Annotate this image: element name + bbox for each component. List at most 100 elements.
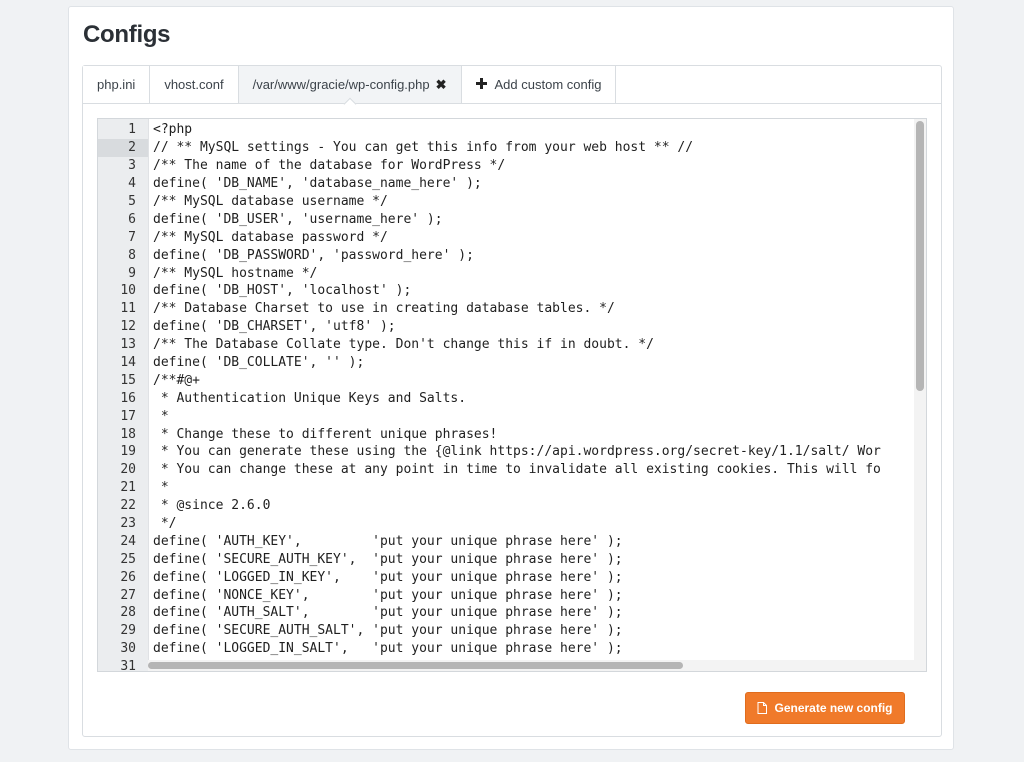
code-line[interactable]: 27 define( 'NONCE_KEY', 'put your unique … [98,586,916,604]
line-number: 21 [120,480,136,496]
code-line[interactable]: 26 define( 'LOGGED_IN_KEY', 'put your uni… [98,568,916,586]
line-number: 26 [120,569,136,585]
close-icon[interactable]: ✖ [436,77,447,93]
line-number: 15 [120,372,136,388]
line-number: 22 [120,498,136,514]
code-text: /** Database Charset to use in creating … [153,301,615,317]
code-text: /**#@+ [153,372,200,388]
horizontal-scroll-thumb[interactable] [148,662,683,669]
code-line[interactable]: 17 * [98,407,916,425]
code-text: define( 'LOGGED_IN_KEY', 'put your uniqu… [153,569,623,585]
code-line[interactable]: 1 <?php [98,121,916,139]
generate-config-button[interactable]: Generate new config [745,692,905,724]
code-line[interactable]: 5 /** MySQL database username */ [98,193,916,211]
code-text: * You can generate these using the {@lin… [153,444,881,460]
code-text: define( 'DB_NAME', 'database_name_here' … [153,176,482,192]
code-text: * [153,480,169,496]
generate-config-label: Generate new config [774,701,893,715]
code-text: * Change these to different unique phras… [153,426,498,442]
code-line[interactable]: 12 define( 'DB_CHARSET', 'utf8' ); [98,318,916,336]
code-line[interactable]: 18 * Change these to different unique ph… [98,425,916,443]
code-text: // ** MySQL settings - You can get this … [153,140,694,156]
line-number: 1 [128,122,136,138]
line-number: 13 [120,337,136,353]
tab-add-custom-config[interactable]: Add custom config [461,66,617,103]
code-line[interactable]: 4 define( 'DB_NAME', 'database_name_here'… [98,175,916,193]
code-line[interactable]: 2 // ** MySQL settings - You can get this… [98,138,916,157]
code-line[interactable]: 9 /** MySQL hostname */ [98,264,916,282]
line-number: 19 [120,444,136,460]
code-line[interactable]: 20 * You can change these at any point i… [98,461,916,479]
code-line[interactable]: 6 define( 'DB_USER', 'username_here' ); [98,210,916,228]
code-text: /** MySQL database username */ [153,194,388,209]
line-number: 24 [120,533,136,549]
horizontal-scrollbar[interactable] [148,660,916,671]
line-number: 17 [120,408,136,424]
code-text: /** The name of the database for WordPre… [153,158,506,174]
code-line[interactable]: 24 define( 'AUTH_KEY', 'put your unique p… [98,532,916,550]
line-number: 23 [120,516,136,532]
code-line[interactable]: 22 * @since 2.6.0 [98,497,916,515]
code-line[interactable]: 14 define( 'DB_COLLATE', '' ); [98,354,916,372]
line-number: 4 [128,176,136,192]
line-number: 11 [120,301,136,317]
config-tabs: php.ini vhost.conf /var/www/gracie/wp-co… [83,66,941,104]
line-number: 28 [120,605,136,621]
line-number: 2 [98,138,148,157]
code-text: /** The Database Collate type. Don't cha… [153,337,654,353]
tab-label: Add custom config [494,77,602,92]
tab-php-ini[interactable]: php.ini [83,66,151,103]
tab-label: vhost.conf [164,77,224,92]
code-line[interactable]: 8 define( 'DB_PASSWORD', 'password_here' … [98,246,916,264]
code-line[interactable]: 3 /** The name of the database for WordPr… [98,157,916,175]
code-line[interactable]: 11 /** Database Charset to use in creatin… [98,300,916,318]
plus-icon [475,76,487,93]
line-number: 8 [128,247,136,263]
line-number: 29 [120,623,136,639]
vertical-scroll-thumb[interactable] [916,121,924,391]
code-text: define( 'AUTH_KEY', 'put your unique phr… [153,533,623,549]
code-line[interactable]: 19 * You can generate these using the {@… [98,443,916,461]
code-line[interactable]: 16 * Authentication Unique Keys and Salt… [98,389,916,407]
code-line[interactable]: 28 define( 'AUTH_SALT', 'put your unique … [98,604,916,622]
line-number: 20 [120,462,136,478]
code-line[interactable]: 15 /**#@+ [98,371,916,389]
line-number: 5 [128,194,136,209]
code-text: /** MySQL database password */ [153,229,388,245]
line-number: 31 [120,659,136,672]
code-text: define( 'SECURE_AUTH_SALT', 'put your un… [153,623,623,639]
code-text: * Authentication Unique Keys and Salts. [153,390,467,406]
code-text: define( 'DB_COLLATE', '' ); [153,355,365,371]
configs-card: Configs php.ini vhost.conf /var/www/grac… [68,6,954,750]
code-line[interactable]: 13 /** The Database Collate type. Don't c… [98,336,916,354]
code-text: define( 'AUTH_SALT', 'put your unique ph… [153,605,623,621]
line-number: 25 [120,551,136,567]
code-line[interactable]: 30 define( 'LOGGED_IN_SALT', 'put your un… [98,640,916,658]
line-number: 27 [120,587,136,603]
code-text: * [153,408,169,424]
line-number: 12 [120,319,136,335]
tab-label: php.ini [97,77,136,92]
line-number: 6 [128,211,136,227]
tab-label: /var/www/gracie/wp-config.php [252,77,430,92]
file-icon [757,702,768,714]
code-line[interactable]: 10 define( 'DB_HOST', 'localhost' ); [98,282,916,300]
line-number: 14 [120,355,136,371]
line-number: 7 [128,229,136,245]
tab-wp-config[interactable]: /var/www/gracie/wp-config.php ✖ [238,66,462,103]
line-number: 3 [128,158,136,174]
code-text: define( 'DB_PASSWORD', 'password_here' )… [153,247,474,263]
code-line[interactable]: 23 */ [98,515,916,533]
tab-vhost-conf[interactable]: vhost.conf [150,66,239,103]
code-text: define( 'NONCE_KEY', 'put your unique ph… [153,587,623,603]
code-line[interactable]: 29 define( 'SECURE_AUTH_SALT', 'put your … [98,622,916,640]
line-number: 9 [128,265,136,281]
config-panel: php.ini vhost.conf /var/www/gracie/wp-co… [82,65,942,737]
code-line[interactable]: 21 * [98,479,916,497]
line-number: 10 [120,283,136,299]
code-line[interactable]: 25 define( 'SECURE_AUTH_KEY', 'put your u… [98,550,916,568]
code-editor[interactable]: 1 <?php 2 // ** MySQL settings - You can ge… [97,118,927,672]
vertical-scrollbar[interactable] [914,119,926,671]
code-line[interactable]: 7 /** MySQL database password */ [98,228,916,246]
page-title: Configs [83,21,171,48]
